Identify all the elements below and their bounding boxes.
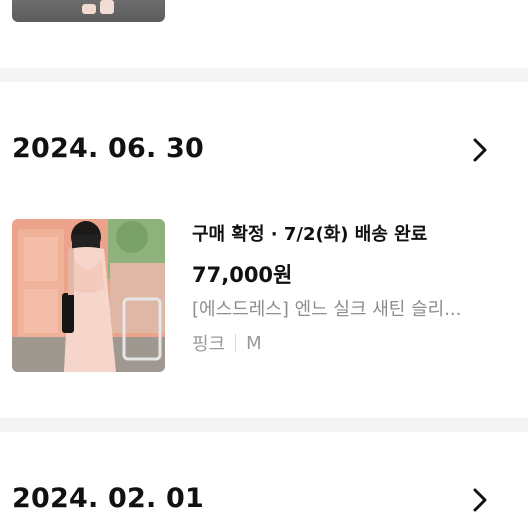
- product-name[interactable]: [에스드레스] 엔느 실크 새틴 슬리...: [192, 295, 482, 321]
- section-divider: [0, 418, 528, 432]
- option-color: 핑크: [192, 334, 226, 355]
- product-thumbnail: [12, 0, 165, 22]
- order-card-previous[interactable]: [0, 0, 528, 68]
- order-date: 2024. 02. 01: [12, 483, 205, 514]
- section-divider: [0, 68, 528, 82]
- product-thumbnail[interactable]: [12, 219, 165, 372]
- order-price: 77,000원: [192, 263, 293, 287]
- option-size: M: [246, 332, 262, 354]
- chevron-right-icon[interactable]: [466, 136, 494, 164]
- order-date: 2024. 06. 30: [12, 133, 205, 164]
- option-divider: [235, 334, 237, 352]
- shoe-image-detail: [82, 4, 96, 14]
- chevron-right-icon[interactable]: [466, 486, 494, 514]
- shoe-image-detail: [100, 0, 114, 14]
- order-status: 구매 확정 · 7/2(화) 배송 완료: [192, 224, 428, 245]
- product-options: 핑크 M: [192, 330, 262, 356]
